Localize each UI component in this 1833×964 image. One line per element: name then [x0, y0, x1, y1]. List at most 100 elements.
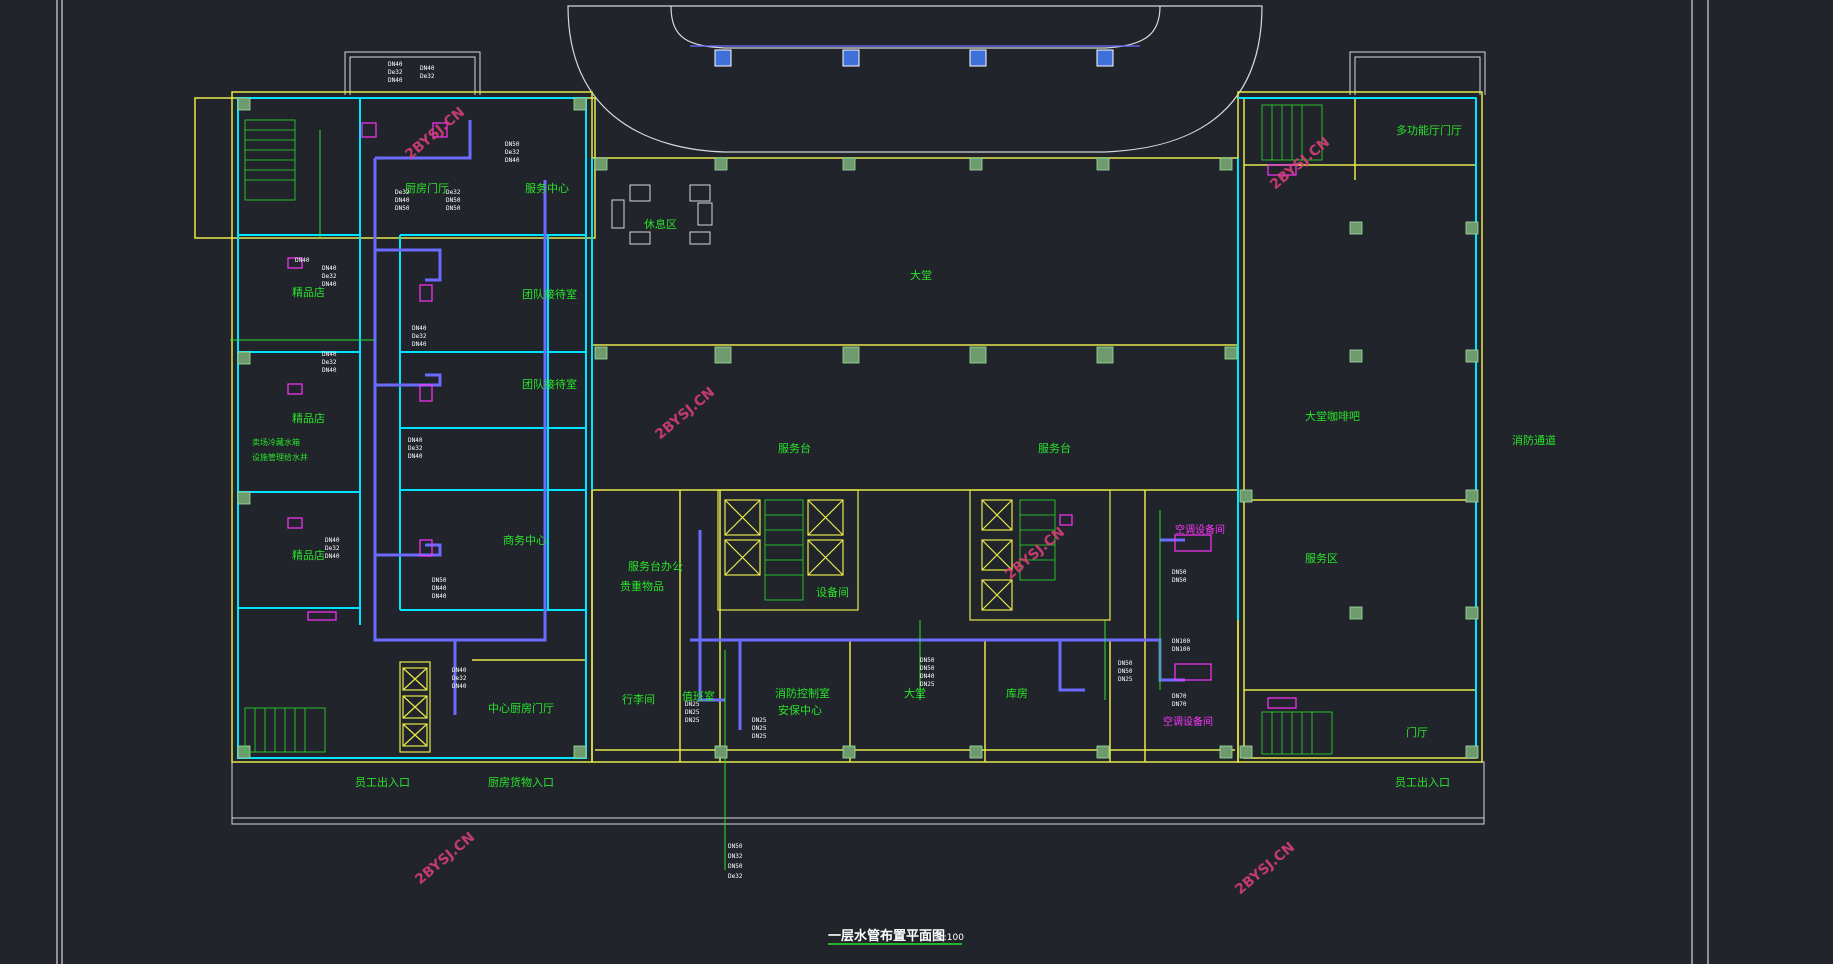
- watermark: 2BYSJ.CN: [1232, 839, 1298, 898]
- pipe-tag: DN25: [752, 717, 767, 724]
- pipe-tag: DN50: [1118, 660, 1133, 667]
- pipe-tag: DN40: [432, 593, 447, 600]
- entrance-canopy: [567, 5, 1263, 153]
- room-label-shop-3: 精品店: [292, 548, 325, 562]
- pipe-tag: De32: [446, 189, 461, 196]
- room-label-kitchen-hall: 厨房门厅: [405, 181, 449, 195]
- pipe-tag: DN70: [1172, 693, 1187, 700]
- pipe-tag: DN25: [685, 709, 700, 716]
- room-label-service-office: 服务台办公: [628, 559, 683, 573]
- pipe-tag: DN50: [446, 197, 461, 204]
- exterior-walls: [194, 91, 1483, 763]
- pipe-tag: DN40: [412, 325, 427, 332]
- pipe-tag: DN50: [395, 205, 410, 212]
- drawing-scale: 1:100: [938, 933, 964, 943]
- room-label-business: 商务中心: [503, 533, 547, 547]
- pipe-tag: DN40: [325, 553, 340, 560]
- room-label-ac-room-1: 空调设备间: [1175, 523, 1225, 536]
- room-label-group-2: 团队接待室: [522, 377, 577, 391]
- pipe-tag: DN40: [452, 683, 467, 690]
- label-kitchen-entry: 厨房货物入口: [488, 775, 554, 789]
- pipe-tag: De32: [322, 359, 337, 366]
- pipe-tag: DN50: [1172, 577, 1187, 584]
- pipe-tag: DN100: [1172, 638, 1190, 645]
- pipe-tag: DN40: [322, 265, 337, 272]
- room-label-shop-2: 精品店: [292, 411, 325, 425]
- pipe-tag: DN40: [408, 437, 423, 444]
- room-label-central-kitchen: 中心厨房门厅: [488, 701, 554, 715]
- pipe-tag: DN50: [728, 863, 743, 870]
- room-label-lobby-2: 大堂: [904, 686, 926, 700]
- pipe-tag: DN40: [412, 341, 427, 348]
- pipe-tag: DN25: [752, 725, 767, 732]
- room-label-lobby-bar: 大堂咖啡吧: [1305, 409, 1360, 423]
- pipe-tag: DN70: [1172, 701, 1187, 708]
- watermark: 2BYSJ.CN: [652, 384, 718, 443]
- pipe-tag: DN25: [685, 717, 700, 724]
- room-label-hall: 门厅: [1406, 725, 1428, 739]
- room-label-security: 安保中心: [778, 703, 822, 717]
- pipe-tag: De32: [395, 189, 410, 196]
- watermark: 2BYSJ.CN: [412, 829, 478, 888]
- pipe-tag: DN40: [388, 61, 403, 68]
- pipe-tag: DN40: [322, 281, 337, 288]
- site-plinth: [231, 761, 1485, 825]
- pipe-tag: DN40: [452, 667, 467, 674]
- pipe-tag: DN25: [752, 733, 767, 740]
- room-label-reception: 服务中心: [525, 182, 569, 195]
- pipe-tag: DN25: [920, 681, 935, 688]
- watermark: 2BYSJ.CN: [402, 104, 468, 163]
- pipe-tag: De32: [420, 73, 435, 80]
- pipe-tag: DN40: [408, 453, 423, 460]
- pipe-tag: DN50: [920, 657, 935, 664]
- shop-note-2: 设施管理给水井: [252, 452, 308, 462]
- pipe-tag: DN40: [420, 65, 435, 72]
- balconies: [344, 51, 1486, 95]
- room-label-storeroom: 库房: [1006, 687, 1028, 700]
- room-label-fire-control: 消防控制室: [775, 686, 830, 700]
- room-label-rest: 休息区: [644, 217, 677, 231]
- pipe-tag: De32: [325, 545, 340, 552]
- lobby-furniture: [611, 184, 713, 245]
- floor-plan-drawing: 服务中心 厨房门厅 精品店 精品店 精品店 卖场冷藏水箱 设施管理给水井 团队接…: [56, 0, 1709, 964]
- pipe-tag: DN50: [1172, 569, 1187, 576]
- pipe-tag: DN40: [920, 673, 935, 680]
- room-label-shop-1: 精品店: [292, 285, 325, 299]
- pipe-tag: De32: [408, 445, 423, 452]
- water-pipes: [373, 120, 1185, 730]
- room-label-service-desk-1: 服务台: [778, 441, 811, 455]
- pipe-tag: DN40: [395, 197, 410, 204]
- pipe-tag: DN40: [322, 367, 337, 374]
- room-label-luggage: 行李间: [622, 692, 655, 706]
- label-staff-entry-1: 员工出入口: [355, 775, 410, 789]
- pipe-tag: De32: [412, 333, 427, 340]
- core-kitchen: [399, 661, 431, 753]
- room-label-service-desk-2: 服务台: [1038, 441, 1071, 455]
- room-label-multi-hall: 多功能厅门厅: [1396, 123, 1462, 137]
- pipe-tag: DN100: [1172, 646, 1190, 653]
- pipe-tag: DN50: [920, 665, 935, 672]
- room-label-ac-room-2: 空调设备间: [1163, 715, 1213, 728]
- room-label-equipment: 设备间: [816, 585, 849, 599]
- pipe-tag: DN40: [322, 351, 337, 358]
- pipe-tag: DN50: [1118, 668, 1133, 675]
- pipe-tag: DN25: [1118, 676, 1133, 683]
- pipe-tag: De32: [505, 149, 520, 156]
- room-label-storage: 贵重物品: [620, 579, 664, 593]
- pipe-tag: DN40: [432, 585, 447, 592]
- pipe-tag: DN50: [432, 577, 447, 584]
- label-staff-entry-2: 员工出入口: [1395, 775, 1450, 789]
- pipe-tag: DN50: [728, 843, 743, 850]
- pipe-tag: De32: [452, 675, 467, 682]
- label-fire-lane: 消防通道: [1512, 433, 1556, 447]
- room-label-lobby: 大堂: [910, 268, 932, 282]
- pipe-tag: De32: [322, 273, 337, 280]
- pipe-tag: DN32: [728, 853, 743, 860]
- watermark: 2BYSJ.CN: [1267, 134, 1333, 193]
- pipe-tag: DN40: [388, 77, 403, 84]
- pipe-tag: De32: [728, 873, 743, 880]
- drawing-title-block: 一层水管布置平面图 1:100: [828, 928, 964, 945]
- pipe-tag: DN50: [446, 205, 461, 212]
- sheet-frame: [56, 0, 1709, 964]
- pipe-tag: De32: [388, 69, 403, 76]
